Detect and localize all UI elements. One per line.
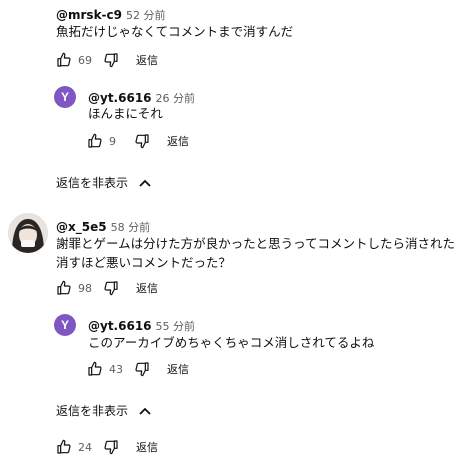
reply-button[interactable]: 返信: [136, 439, 158, 455]
hide-replies-label: 返信を非表示: [56, 404, 129, 418]
dislike-icon[interactable]: [102, 51, 120, 69]
dislike-icon[interactable]: [102, 438, 120, 456]
hide-replies-label: 返信を非表示: [56, 176, 129, 190]
reply-button[interactable]: 返信: [167, 133, 189, 149]
dislike-icon[interactable]: [133, 132, 151, 150]
like-icon[interactable]: [86, 132, 104, 150]
comment-text-line-2: 消すほど悪いコメントだった？: [56, 255, 232, 270]
dislike-icon[interactable]: [102, 279, 120, 297]
like-icon[interactable]: [86, 360, 104, 378]
like-icon[interactable]: [55, 51, 73, 69]
hide-replies-button[interactable]: 返信を非表示: [56, 402, 152, 419]
like-count: 98: [78, 281, 92, 295]
dislike-icon[interactable]: [133, 360, 151, 378]
reply-button[interactable]: 返信: [167, 361, 189, 377]
chevron-up-icon: [138, 406, 152, 416]
reply-actions: 9 返信: [86, 131, 189, 151]
like-icon[interactable]: [55, 438, 73, 456]
comment-author[interactable]: @mrsk-c9: [56, 8, 122, 22]
like-count: 43: [109, 362, 123, 376]
reply-text: このアーカイブめちゃくちゃコメ消しされてるよね: [88, 335, 375, 350]
comment-actions: 24 返信: [55, 437, 158, 457]
reply-actions: 43 返信: [86, 359, 189, 379]
reply-avatar[interactable]: Y: [54, 86, 76, 108]
chevron-up-icon: [138, 178, 152, 188]
comment-text: 魚拓だけじゃなくてコメントまで消すんだ: [56, 24, 294, 39]
comment-actions: 98 返信: [55, 278, 158, 298]
like-count: 24: [78, 440, 92, 454]
hide-replies-button[interactable]: 返信を非表示: [56, 174, 152, 191]
comment-author[interactable]: @x_5e5: [56, 220, 107, 234]
reply-text: ほんまにそれ: [88, 106, 163, 121]
comment-text-line-1: 謝罪とゲームは分けた方が良かったと思うってコメントしたら消された: [56, 236, 456, 251]
reply-author[interactable]: @yt.6616: [88, 319, 152, 333]
reply-button[interactable]: 返信: [136, 52, 158, 68]
comment-actions: 69 返信: [55, 50, 158, 70]
reply-avatar[interactable]: Y: [54, 314, 76, 336]
like-count: 69: [78, 53, 92, 67]
like-icon[interactable]: [55, 279, 73, 297]
reply-button[interactable]: 返信: [136, 280, 158, 296]
like-count: 9: [109, 134, 116, 148]
avatar[interactable]: [8, 213, 48, 253]
